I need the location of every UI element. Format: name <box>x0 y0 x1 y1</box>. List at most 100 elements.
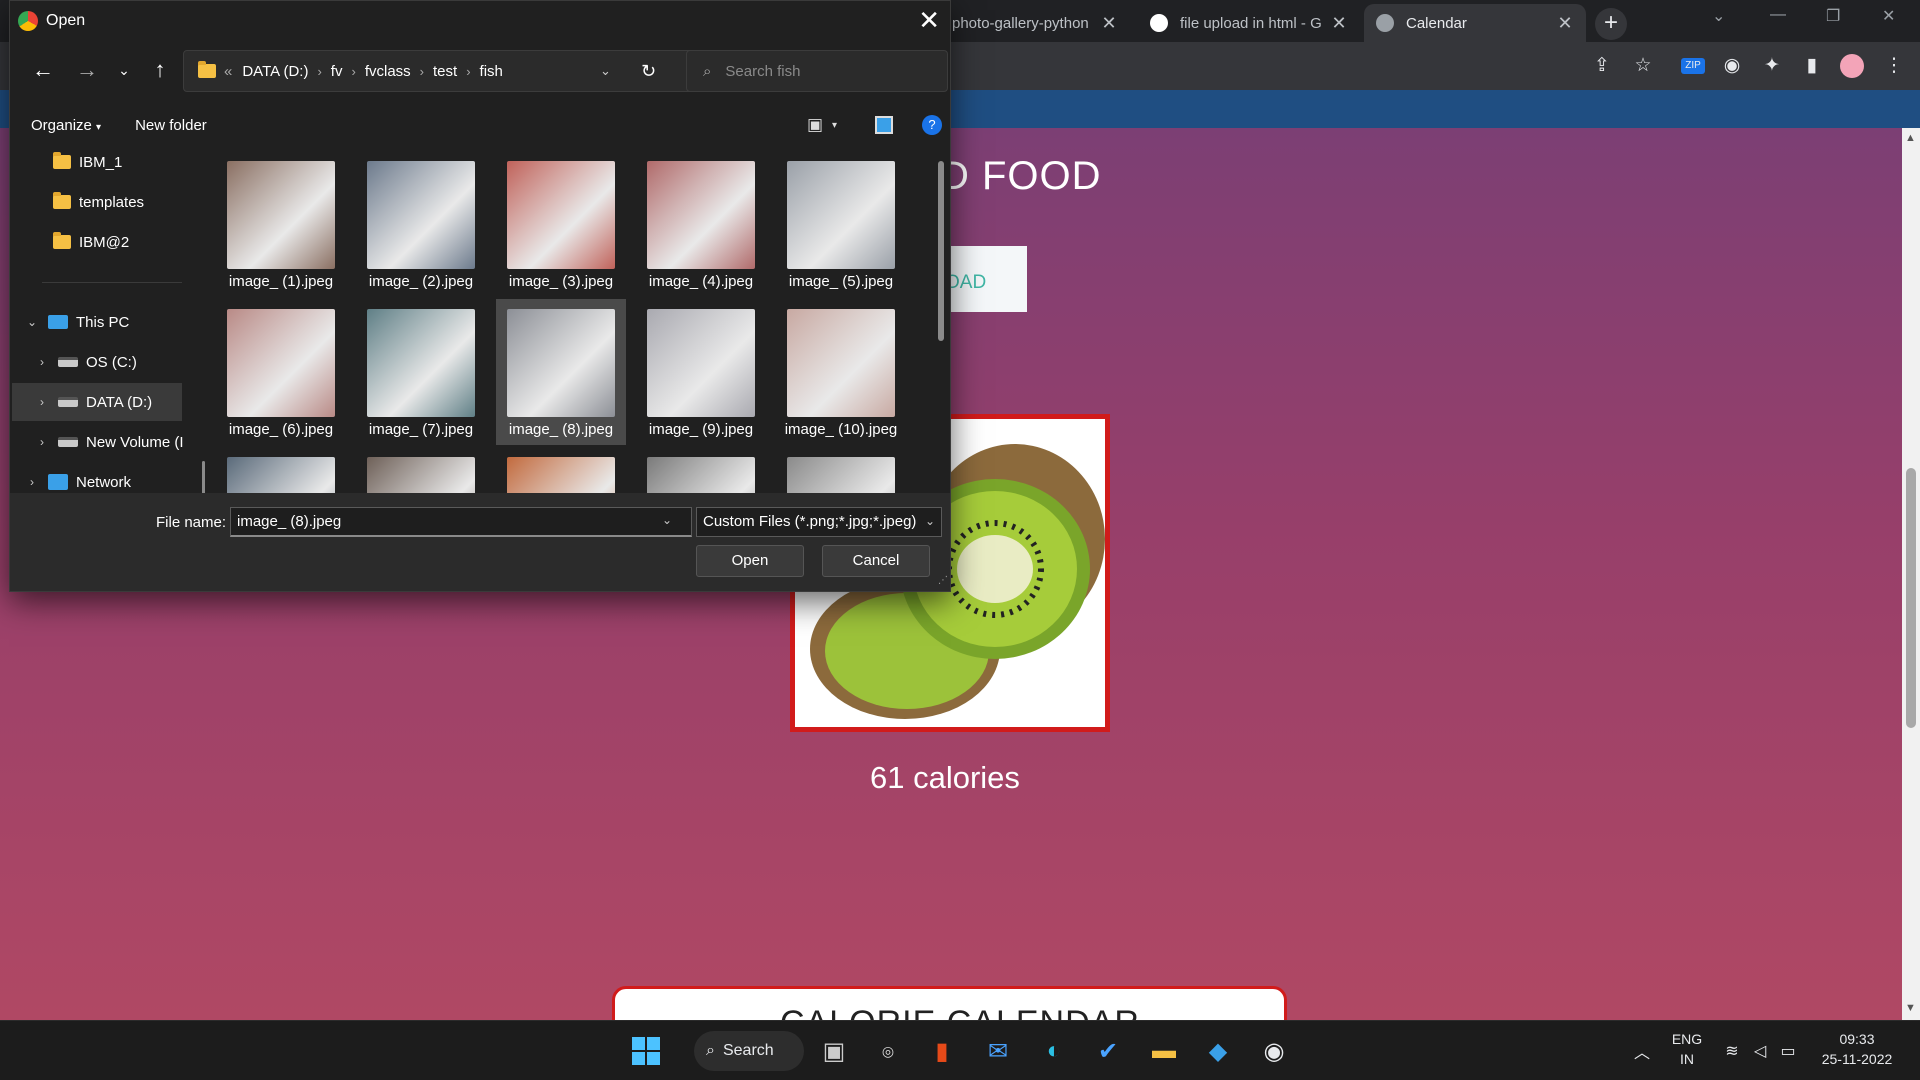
taskbar-search-label: Search <box>722 1042 774 1059</box>
file-tile[interactable]: image_ (2).jpeg <box>356 151 486 297</box>
refresh-icon[interactable]: ↻ <box>641 61 656 82</box>
share-icon[interactable]: ⇪ <box>1590 54 1614 78</box>
extension-icon[interactable]: ◉ <box>1720 54 1744 78</box>
nav-scrollbar[interactable] <box>202 461 205 493</box>
file-grid-scrollbar[interactable] <box>938 161 944 341</box>
chevron-down-icon[interactable]: ▾ <box>832 120 837 131</box>
vscode-icon[interactable]: ◆ <box>1200 1033 1236 1069</box>
back-icon[interactable]: ← <box>30 57 56 83</box>
clock-date[interactable]: 25-11-2022 <box>1812 1051 1902 1067</box>
file-tile[interactable]: image_ (1).jpeg <box>216 151 346 297</box>
breadcrumb-overflow[interactable]: « <box>224 63 232 80</box>
page-scrollbar[interactable]: ▲ ▼ <box>1902 128 1920 1020</box>
up-icon[interactable]: ↑ <box>147 57 173 83</box>
scroll-down-icon[interactable]: ▼ <box>1905 1002 1916 1014</box>
file-tile[interactable] <box>216 447 346 493</box>
file-type-select[interactable]: Custom Files (*.png;*.jpg;*.jpeg) ⌄ <box>696 507 942 537</box>
address-bar[interactable]: « DATA (D:) › fv › fvclass › test › fish… <box>183 50 718 92</box>
scroll-up-icon[interactable]: ▲ <box>1905 132 1916 144</box>
window-close-icon[interactable]: ✕ <box>1882 6 1895 26</box>
address-dropdown-icon[interactable]: ⌄ <box>600 63 611 79</box>
close-icon[interactable]: ✕ <box>1100 13 1118 34</box>
nav-item-ibm-1[interactable]: IBM_1 <box>53 143 122 181</box>
cancel-button[interactable]: Cancel <box>822 545 930 577</box>
chevron-down-icon: ⌄ <box>924 514 935 528</box>
chevron-right-icon[interactable]: › <box>24 475 40 489</box>
organize-menu-button[interactable]: Organize ▾ <box>31 117 101 134</box>
mail-icon[interactable]: ✉ <box>980 1033 1016 1069</box>
tab-calendar[interactable]: Calendar ✕ <box>1364 4 1586 42</box>
nav-item-network[interactable]: › Network <box>24 463 131 493</box>
chrome-icon[interactable]: ◉ <box>1256 1033 1292 1069</box>
resize-grip-icon[interactable]: ⋰ <box>938 575 948 586</box>
forward-icon[interactable]: → <box>74 57 100 83</box>
open-button[interactable]: Open <box>696 545 804 577</box>
tab-file-upload[interactable]: file upload in html - G ✕ <box>1138 4 1360 42</box>
bookmark-star-icon[interactable]: ☆ <box>1631 54 1655 78</box>
tray-chevron-icon[interactable]: ︿ <box>1624 1033 1660 1069</box>
dialog-close-icon[interactable]: ✕ <box>918 5 940 36</box>
file-tile[interactable]: image_ (9).jpeg <box>636 299 766 445</box>
search-input[interactable]: ⌕ Search fish <box>686 50 948 92</box>
file-tile[interactable]: image_ (7).jpeg <box>356 299 486 445</box>
file-tile[interactable] <box>776 447 906 493</box>
breadcrumb-test[interactable]: test <box>433 63 457 80</box>
file-tile[interactable] <box>496 447 626 493</box>
taskbar-search-button[interactable]: ⌕ Search <box>694 1031 804 1071</box>
region-indicator[interactable]: IN <box>1670 1051 1704 1067</box>
breadcrumb-fvclass[interactable]: fvclass <box>365 63 411 80</box>
chevron-right-icon[interactable]: › <box>34 355 50 369</box>
file-name-dropdown-icon[interactable]: ⌄ <box>662 513 672 527</box>
office-icon[interactable]: ▮ <box>924 1033 960 1069</box>
breadcrumb-fv[interactable]: fv <box>331 63 343 80</box>
file-tile[interactable]: image_ (5).jpeg <box>776 151 906 297</box>
chevron-right-icon[interactable]: › <box>34 395 50 409</box>
chevron-down-icon[interactable]: ⌄ <box>24 315 40 329</box>
nav-item-this-pc[interactable]: ⌄ This PC <box>24 303 129 341</box>
task-view-icon[interactable]: ▣ <box>816 1033 852 1069</box>
preview-pane-icon[interactable] <box>875 116 893 134</box>
recent-locations-icon[interactable]: ⌄ <box>111 57 137 83</box>
close-icon[interactable]: ✕ <box>1556 13 1574 34</box>
nav-item-os-c[interactable]: › OS (C:) <box>34 343 137 381</box>
minimize-icon[interactable]: — <box>1770 6 1786 24</box>
nav-item-new-volume[interactable]: › New Volume (I <box>34 423 184 461</box>
edge-icon[interactable]: ◐ <box>1036 1033 1072 1069</box>
file-explorer-icon[interactable]: ▬ <box>1146 1033 1182 1069</box>
file-tile[interactable] <box>636 447 766 493</box>
close-icon[interactable]: ✕ <box>1330 13 1348 34</box>
dialog-titlebar[interactable]: Open ✕ <box>10 1 950 41</box>
extensions-puzzle-icon[interactable]: ✦ <box>1760 54 1784 78</box>
avatar[interactable] <box>1840 54 1864 78</box>
side-panel-icon[interactable]: ▮ <box>1800 54 1824 78</box>
nav-item-templates[interactable]: templates <box>53 183 144 221</box>
battery-icon[interactable]: ▭ <box>1770 1033 1806 1069</box>
scrollbar-thumb[interactable] <box>1906 468 1916 728</box>
restore-icon[interactable]: ❐ <box>1826 6 1840 26</box>
tab-photo-gallery[interactable]: photo-gallery-python ✕ <box>940 4 1130 42</box>
todo-icon[interactable]: ✔ <box>1090 1033 1126 1069</box>
file-tile[interactable]: image_ (4).jpeg <box>636 151 766 297</box>
nav-item-data-d[interactable]: › DATA (D:) <box>12 383 182 421</box>
new-folder-button[interactable]: New folder <box>135 117 207 134</box>
file-name-input[interactable]: image_ (8).jpeg <box>230 507 692 537</box>
clock-time[interactable]: 09:33 <box>1812 1031 1902 1047</box>
tab-search-icon[interactable]: ⌄ <box>1712 6 1725 26</box>
file-tile[interactable]: image_ (3).jpeg <box>496 151 626 297</box>
help-icon[interactable]: ? <box>922 115 942 135</box>
file-tile[interactable]: image_ (10).jpeg <box>776 299 906 445</box>
dell-icon[interactable]: ◎ <box>870 1033 906 1069</box>
chevron-right-icon[interactable]: › <box>34 435 50 449</box>
file-tile[interactable]: image_ (8).jpeg <box>496 299 626 445</box>
windows-start-icon[interactable] <box>628 1033 664 1069</box>
new-tab-button[interactable]: + <box>1595 8 1627 40</box>
file-tile[interactable]: image_ (6).jpeg <box>216 299 346 445</box>
breadcrumb-fish[interactable]: fish <box>480 63 503 80</box>
language-indicator[interactable]: ENG <box>1670 1031 1704 1047</box>
nav-item-ibm-2[interactable]: IBM@2 <box>53 223 129 261</box>
menu-kebab-icon[interactable]: ⋮ <box>1882 54 1906 78</box>
zip-extension-icon[interactable]: ZIP <box>1681 58 1705 74</box>
file-tile[interactable] <box>356 447 486 493</box>
breadcrumb-data-drive[interactable]: DATA (D:) <box>242 63 308 80</box>
view-options-icon[interactable]: ▣ <box>807 115 823 135</box>
